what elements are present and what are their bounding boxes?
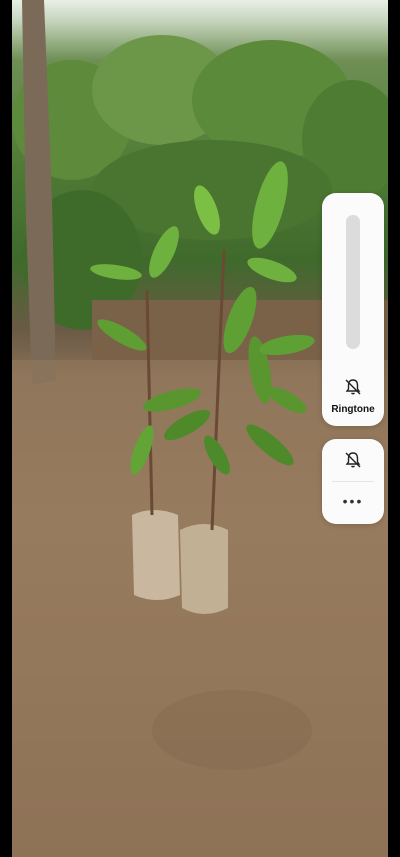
ringtone-label: Ringtone	[331, 404, 375, 415]
volume-panel: Ringtone	[322, 193, 384, 426]
screen-right-edge	[388, 0, 400, 857]
bell-off-icon[interactable]	[343, 377, 363, 397]
background-photo	[12, 0, 388, 857]
volume-slider[interactable]	[346, 215, 360, 349]
sound-mode-panel: •••	[322, 439, 384, 524]
screen-left-edge	[0, 0, 12, 857]
more-options-button[interactable]: •••	[322, 491, 384, 515]
bell-off-icon[interactable]	[343, 450, 363, 470]
divider	[332, 481, 374, 482]
plant-seedlings-image	[12, 0, 388, 857]
